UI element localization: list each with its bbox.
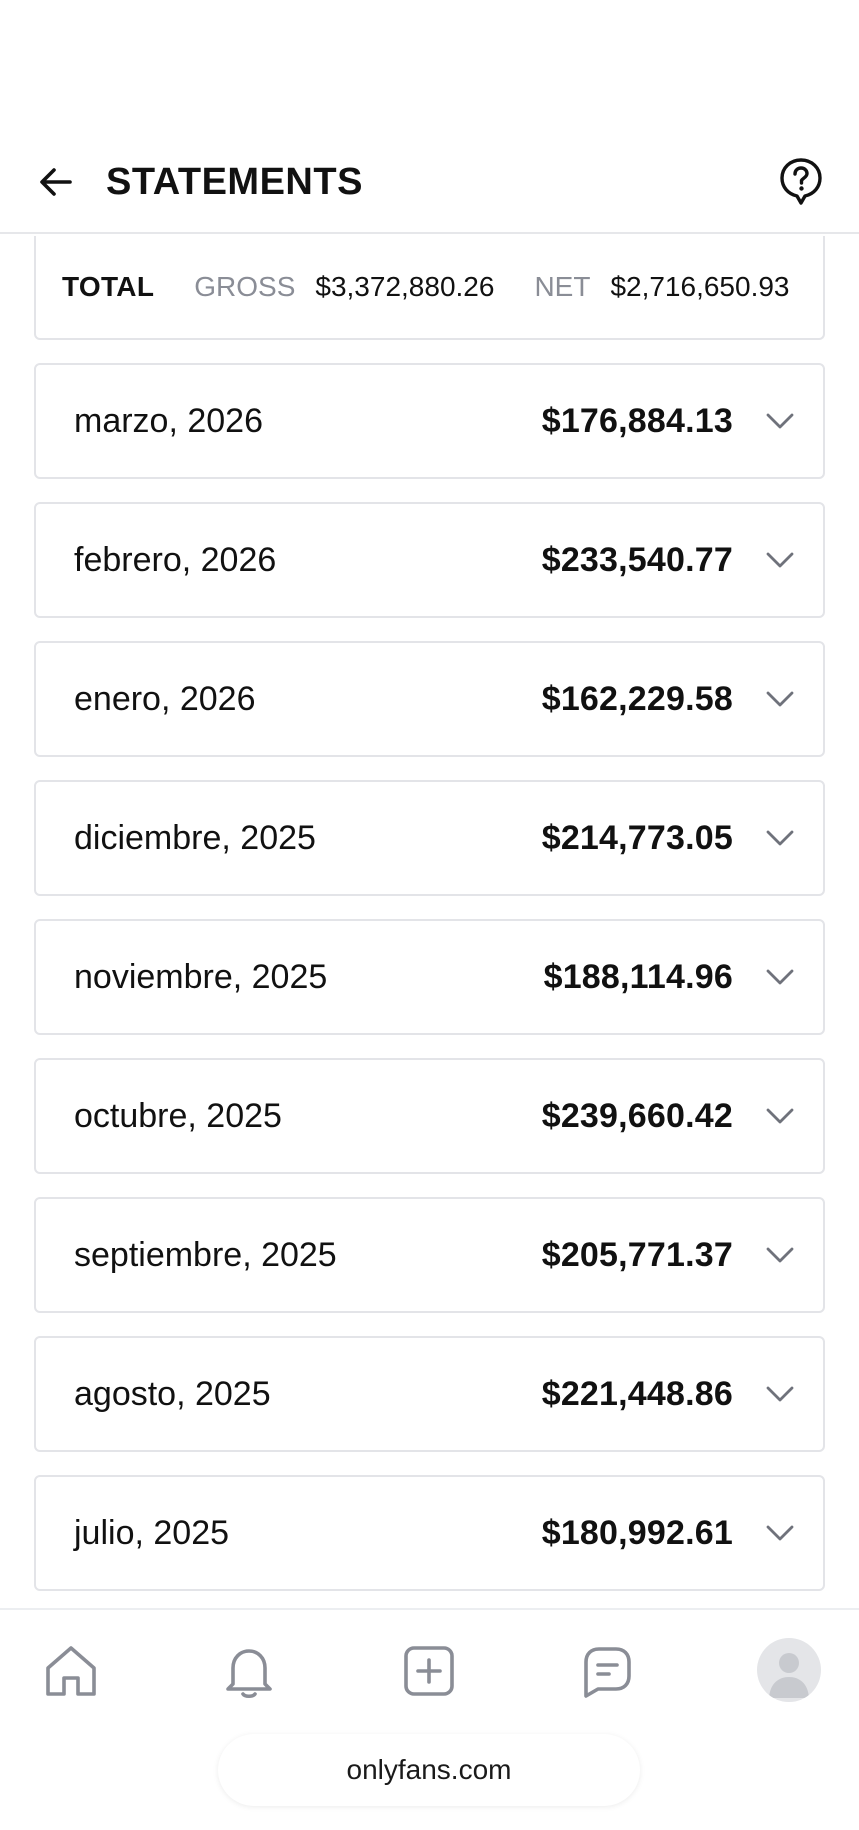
statement-row[interactable]: noviembre, 2025 $188,114.96	[34, 919, 825, 1035]
statement-month: noviembre, 2025	[74, 957, 328, 996]
chevron-down-icon[interactable]	[763, 543, 797, 577]
statement-month: enero, 2026	[74, 679, 256, 718]
statement-amount: $162,229.58	[541, 679, 733, 718]
statement-month: septiembre, 2025	[74, 1235, 337, 1274]
statement-amount: $205,771.37	[541, 1235, 733, 1274]
statement-month: agosto, 2025	[74, 1374, 271, 1413]
url-text: onlyfans.com	[346, 1754, 512, 1785]
statement-month: julio, 2025	[74, 1513, 230, 1552]
page-title: STATEMENTS	[106, 160, 363, 203]
question-bubble-icon	[780, 158, 822, 205]
chevron-down-icon[interactable]	[763, 821, 797, 855]
statement-amount: $188,114.96	[543, 957, 733, 996]
statement-row[interactable]: diciembre, 2025 $214,773.05	[34, 780, 825, 896]
chevron-down-icon[interactable]	[763, 1377, 797, 1411]
statement-row[interactable]: julio, 2025 $180,992.61	[34, 1475, 825, 1591]
user-silhouette-icon	[769, 1653, 809, 1698]
statement-month: marzo, 2026	[74, 401, 263, 440]
gross-label: GROSS	[194, 271, 296, 302]
avatar[interactable]	[757, 1638, 821, 1702]
statement-amount: $221,448.86	[541, 1374, 733, 1413]
chevron-down-icon[interactable]	[763, 1099, 797, 1133]
statement-month: octubre, 2025	[74, 1096, 282, 1135]
message-icon	[584, 1647, 631, 1698]
net-value: $2,716,650.93	[610, 271, 790, 302]
statement-amount: $239,660.42	[541, 1096, 733, 1135]
plus-square-icon	[404, 1646, 454, 1696]
nav-new-post[interactable]	[396, 1638, 462, 1704]
app-header: STATEMENTS	[0, 130, 859, 234]
nav-notifications[interactable]	[216, 1638, 282, 1704]
statements-page: STATEMENTS TOTAL GROSS $3,372,880.26 NET…	[0, 0, 859, 1830]
statement-row[interactable]: marzo, 2026 $176,884.13	[34, 363, 825, 479]
chevron-down-icon[interactable]	[763, 1238, 797, 1272]
net-label: NET	[534, 271, 591, 302]
statement-amount: $233,540.77	[541, 540, 733, 579]
chevron-down-icon[interactable]	[763, 682, 797, 716]
statement-amount: $214,773.05	[541, 818, 733, 857]
help-button[interactable]	[773, 154, 829, 210]
statement-amount: $176,884.13	[541, 401, 733, 440]
gross-value: $3,372,880.26	[315, 271, 495, 302]
back-button[interactable]	[30, 156, 82, 208]
nav-messages[interactable]	[574, 1638, 640, 1704]
statement-amount: $180,992.61	[541, 1513, 733, 1552]
totals-summary: TOTAL GROSS $3,372,880.26 NET $2,716,650…	[34, 236, 825, 340]
bottom-nav	[0, 1608, 859, 1728]
statement-row[interactable]: enero, 2026 $162,229.58	[34, 641, 825, 757]
chevron-down-icon[interactable]	[763, 404, 797, 438]
statement-row[interactable]: agosto, 2025 $221,448.86	[34, 1336, 825, 1452]
statement-month: febrero, 2026	[74, 540, 277, 579]
home-icon	[46, 1646, 96, 1696]
chevron-down-icon[interactable]	[763, 960, 797, 994]
statement-row[interactable]: septiembre, 2025 $205,771.37	[34, 1197, 825, 1313]
browser-url-bar[interactable]: onlyfans.com	[218, 1734, 640, 1806]
total-label: TOTAL	[62, 271, 155, 302]
statement-row[interactable]: febrero, 2026 $233,540.77	[34, 502, 825, 618]
bell-icon	[226, 1649, 272, 1699]
statement-month: diciembre, 2025	[74, 818, 316, 857]
chevron-down-icon[interactable]	[763, 1516, 797, 1550]
arrow-left-icon	[40, 168, 72, 196]
statement-row[interactable]: octubre, 2025 $239,660.42	[34, 1058, 825, 1174]
nav-home[interactable]	[38, 1638, 104, 1704]
